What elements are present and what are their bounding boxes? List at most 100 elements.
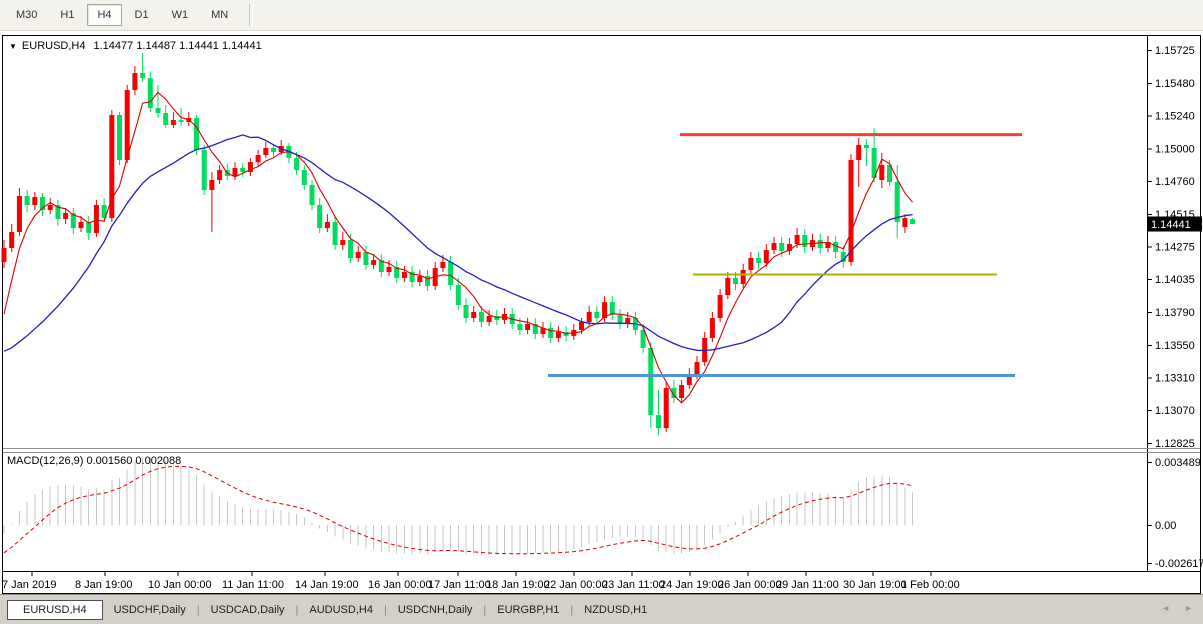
time-axis-label: 22 Jan 00:00 [544,579,608,591]
chart-tab-audusd-h4[interactable]: AUDUSD,H4 [298,601,384,619]
time-axis-label: 24 Jan 19:00 [660,579,724,591]
candle-body [194,118,199,150]
time-axis-label: 11 Jan 11:00 [222,579,284,591]
candle-body [340,240,345,245]
tab-scroll-arrows: ◄► [1147,603,1193,613]
candle-body [402,272,407,278]
candle-body [179,120,184,122]
candle-body [356,252,361,258]
candle-body [594,312,599,318]
window-frame [3,36,1201,594]
chart-tab-usdcnh-daily[interactable]: USDCNH,Daily [387,601,484,619]
candle-body [487,316,492,322]
chart-tab-eurgbp-h1[interactable]: EURGBP,H1 [486,601,570,619]
candle-body [202,150,207,190]
chart-window-border [3,36,1201,594]
chart-title: ▼ EURUSD,H4 1.14477 1.14487 1.14441 1.1444… [9,40,262,52]
candle-body [748,258,753,270]
price-axis-label: 1.13310 [1155,372,1195,384]
candle-body [156,108,161,113]
candle-body [895,182,900,222]
scroll-left-icon[interactable]: ◄ [1161,603,1170,613]
candle-body [302,170,307,185]
candle-body [548,328,553,338]
candle-body [2,248,7,262]
candle-body [725,278,730,295]
chart-tabs-bar: ◄► EURUSD,H4USDCHF,Daily|USDCAD,Daily|AU… [0,594,1203,624]
candle-body [879,165,884,180]
candle-body [525,324,530,330]
macd-histogram[interactable] [4,458,913,555]
time-axis-label: 23 Jan 11:00 [602,579,665,591]
price-axis-label: 1.15725 [1155,45,1195,57]
candle-body [718,295,723,318]
time-axis-label: 16 Jan 00:00 [368,579,432,591]
candle-body [9,232,14,248]
chart-tab-eurusd-h4[interactable]: EURUSD,H4 [7,600,103,620]
price-axis-label: 1.14760 [1155,176,1195,188]
candle-body [679,385,684,398]
candle-body [464,305,469,318]
price-axis-label: 1.13790 [1155,307,1195,319]
candle-body [587,312,592,322]
macd-axis: 0.0034890.00-0.002617 [1147,457,1203,570]
chevron-down-icon[interactable]: ▼ [9,42,17,51]
candle-body [333,222,338,245]
candle-body [741,270,746,284]
price-axis[interactable]: 1.157251.154801.152401.150001.147601.145… [1147,45,1202,450]
candle-body [217,170,222,180]
candle-body [733,278,738,284]
macd-axis-label: 0.003489 [1155,457,1201,469]
chart-ohlc-values: 1.14477 1.14487 1.14441 1.14441 [94,40,262,52]
candle-body [387,267,392,272]
time-axis-label: 14 Jan 19:00 [295,579,359,591]
candle-body [233,168,238,176]
candle-body [710,318,715,338]
candle-body [348,240,353,258]
time-axis-label: 8 Jan 19:00 [75,579,133,591]
chart-tab-usdchf-daily[interactable]: USDCHF,Daily [103,601,197,619]
time-axis-label: 1 Feb 00:00 [901,579,960,591]
macd-axis-label: -0.002617 [1155,558,1203,570]
time-axis-label: 7 Jan 2019 [2,579,56,591]
price-axis-label: 1.12825 [1155,438,1195,450]
candle-body [63,213,68,219]
candle-body [902,218,907,227]
candle-body [117,115,122,160]
price-axis-label: 1.15480 [1155,78,1195,90]
price-axis-label: 1.15000 [1155,143,1195,155]
time-axis-label: 18 Jan 19:00 [486,579,550,591]
candle-body [417,276,422,282]
candle-body [125,90,130,160]
candle-body [132,73,137,90]
chart-symbol-label: EURUSD,H4 [22,40,86,52]
candle-body [856,145,861,160]
chart-tab-usdcad-daily[interactable]: USDCAD,Daily [200,601,296,619]
candle-body [664,388,669,428]
candle-body [25,196,30,205]
candle-body [363,252,368,265]
candle-body [779,243,784,251]
chart-canvas[interactable]: 1.157251.154801.152401.150001.147601.145… [0,0,1203,624]
candle-body [263,148,268,155]
candlestick-series[interactable] [2,53,916,435]
price-axis-label: 1.13070 [1155,405,1195,417]
candle-body [764,250,769,263]
candle-body [163,113,168,125]
trendline-objects[interactable] [548,135,1022,376]
candle-body [556,332,561,338]
candle-body [140,73,145,78]
price-axis-label: 1.15240 [1155,111,1195,123]
chart-tab-nzdusd-h1[interactable]: NZDUSD,H1 [573,601,658,619]
candle-body [448,262,453,285]
candle-body [610,302,615,315]
candle-body [32,197,37,205]
candle-body [271,148,276,152]
candle-body [579,322,584,330]
time-axis[interactable]: 7 Jan 20198 Jan 19:0010 Jan 00:0011 Jan … [2,572,960,591]
candle-body [695,362,700,375]
price-axis-label: 1.13550 [1155,340,1195,352]
candle-body [148,78,153,108]
candle-body [310,185,315,205]
scroll-right-icon[interactable]: ► [1184,603,1193,613]
